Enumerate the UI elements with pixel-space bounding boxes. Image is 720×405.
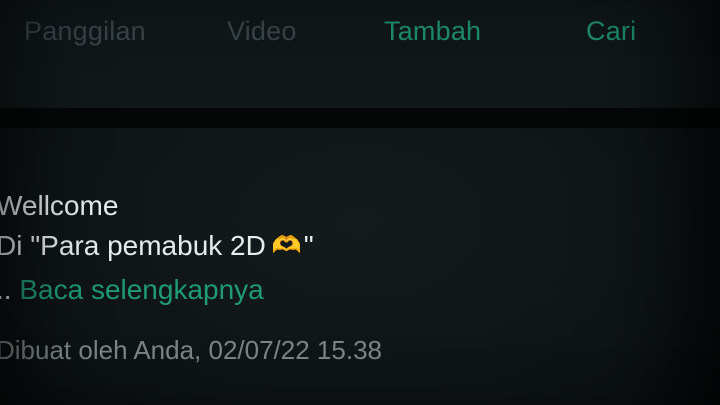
tab-add[interactable]: Tambah [384,16,481,47]
heart-hands-icon: 🫶 [271,232,302,259]
created-by-text: Dibuat oleh Anda, 02/07/22 15.38 [0,335,382,365]
tab-calls[interactable]: Panggilan [24,16,146,47]
description-text: Di "Para pemabuk 2D [0,230,266,261]
tab-video[interactable]: Video [227,16,297,47]
group-description-section: Wellcome Di "Para pemabuk 2D🫶" .. Baca s… [0,128,720,405]
group-info-screen: Panggilan Video Tambah Cari Wellcome Di … [0,0,720,405]
action-bar: Panggilan Video Tambah Cari [0,0,720,108]
description-line-2: Di "Para pemabuk 2D 🫶" [0,230,314,262]
description-quote: " [303,230,314,261]
description-line-1: Wellcome [0,190,119,221]
ellipsis-text: .. [0,274,12,305]
read-more-link[interactable]: Baca selengkapnya [19,274,263,305]
section-divider [0,108,720,128]
description-line-3: .. Baca selengkapnya [0,274,264,306]
tab-search[interactable]: Cari [586,16,636,47]
